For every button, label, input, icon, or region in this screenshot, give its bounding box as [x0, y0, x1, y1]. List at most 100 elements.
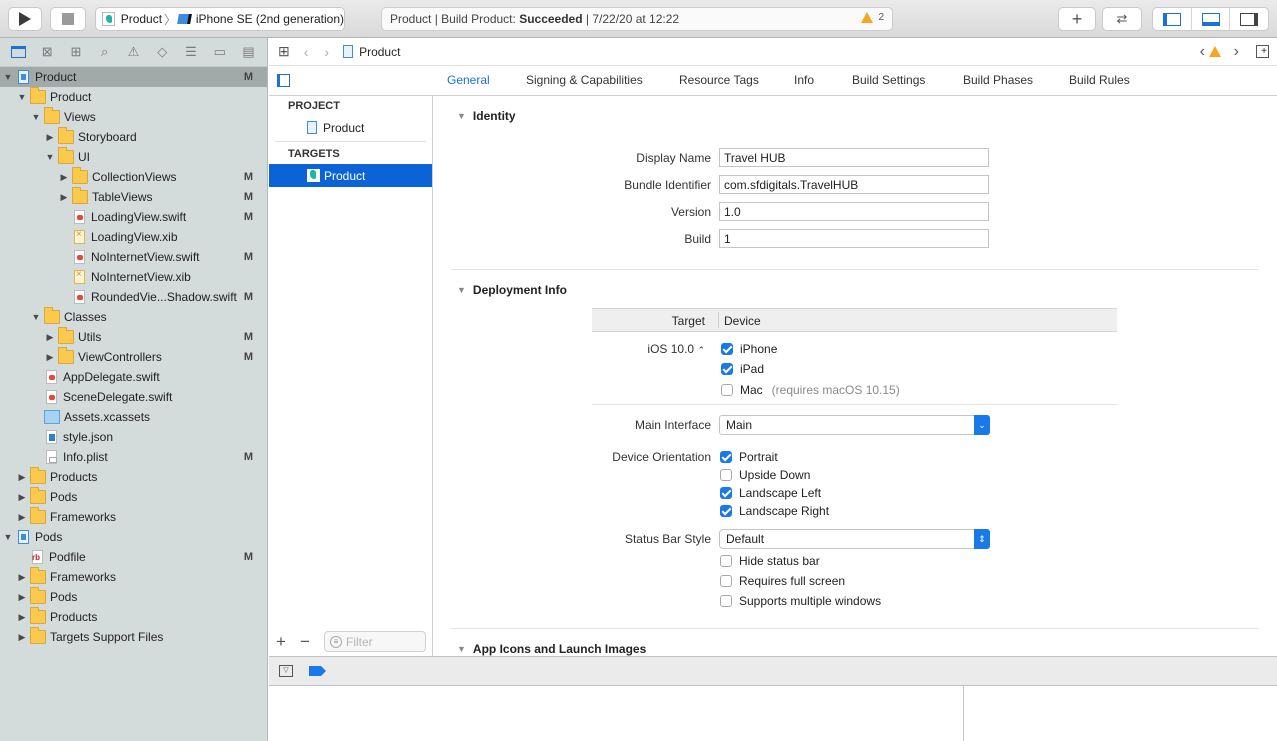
disclosure-open-icon[interactable]: ▼ — [2, 72, 14, 82]
orientation-checkbox-portrait[interactable]: Portrait — [720, 450, 778, 464]
next-issue-button[interactable]: › — [1234, 43, 1239, 61]
bundle-identifier-field[interactable]: com.sfdigitals.TravelHUB — [719, 175, 989, 194]
navigator-item[interactable]: ▶ CollectionViews M — [0, 167, 267, 187]
tab-build-settings[interactable]: Build Settings — [852, 73, 925, 87]
disclosure-open-icon[interactable]: ▼ — [30, 312, 42, 322]
tab-build-rules[interactable]: Build Rules — [1069, 73, 1130, 87]
previous-issue-button[interactable]: ‹ — [1200, 43, 1205, 61]
source-control-icon[interactable]: ⊠ — [39, 44, 55, 60]
disclosure-open-icon[interactable]: ▼ — [44, 152, 56, 162]
target-item[interactable]: Product — [269, 164, 432, 187]
warning-count-button[interactable]: 2 — [861, 12, 884, 23]
navigator-item[interactable]: AppDelegate.swift — [0, 367, 267, 387]
search-icon[interactable]: ⌕ — [97, 44, 113, 60]
disclosure-closed-icon[interactable]: ▶ — [58, 192, 70, 203]
add-editor-icon[interactable]: + — [1256, 45, 1269, 58]
hide-status-bar-checkbox[interactable]: Hide status bar — [720, 554, 820, 568]
orientation-checkbox-upside-down[interactable]: Upside Down — [720, 468, 810, 482]
navigator-item[interactable]: LoadingView.xib — [0, 227, 267, 247]
run-button[interactable] — [8, 7, 42, 31]
report-message-icon[interactable]: ▤ — [241, 44, 257, 60]
disclosure-closed-icon[interactable]: ▶ — [16, 592, 28, 603]
display-name-field[interactable]: Travel HUB — [719, 148, 989, 167]
navigator-item[interactable]: Podfile M — [0, 547, 267, 567]
symbol-hierarchy-icon[interactable]: ⊞ — [68, 44, 84, 60]
device-checkbox-mac[interactable]: Mac (requires macOS 10.15) — [721, 383, 900, 397]
warning-icon[interactable] — [1209, 46, 1221, 57]
orientation-checkbox-landscape-left[interactable]: Landscape Left — [720, 486, 821, 500]
toggle-inspector-button[interactable] — [1230, 8, 1268, 30]
project-item[interactable]: Product — [269, 116, 432, 139]
scheme-selector[interactable]: Product 〉 iPhone SE (2nd generation) — [95, 7, 345, 31]
navigator-item[interactable]: ▶ Utils M — [0, 327, 267, 347]
remove-target-button[interactable]: − — [300, 632, 310, 652]
disclosure-closed-icon[interactable]: ▶ — [16, 632, 28, 643]
ios-version-stepper[interactable]: iOS 10.0 ⌃ — [545, 342, 705, 356]
add-target-button[interactable]: + — [276, 632, 286, 652]
supports-multiple-windows-checkbox[interactable]: Supports multiple windows — [720, 594, 881, 608]
up-down-chevron-icon[interactable]: ⇕ — [974, 529, 990, 549]
navigator-item[interactable]: ▼ UI — [0, 147, 267, 167]
folder-icon[interactable] — [10, 44, 26, 60]
navigator-item[interactable]: Info.plist M — [0, 447, 267, 467]
forward-button[interactable]: › — [324, 44, 329, 60]
disclosure-closed-icon[interactable]: ▶ — [44, 332, 56, 343]
navigator-item[interactable]: LoadingView.swift M — [0, 207, 267, 227]
status-bar-style-popup[interactable]: Default ⇕ — [719, 529, 990, 549]
navigator-item[interactable]: Assets.xcassets — [0, 407, 267, 427]
disclosure-open-icon[interactable]: ▼ — [30, 112, 42, 122]
library-button[interactable]: + — [1058, 7, 1096, 31]
disclosure-open-icon[interactable]: ▼ — [2, 532, 14, 542]
disclosure-closed-icon[interactable]: ▶ — [44, 132, 56, 143]
navigator-item[interactable]: SceneDelegate.swift — [0, 387, 267, 407]
navigator-item[interactable]: ▶ Targets Support Files — [0, 627, 267, 647]
tab-general[interactable]: General — [447, 73, 490, 87]
requires-full-screen-checkbox[interactable]: Requires full screen — [720, 574, 845, 588]
toggle-targets-icon[interactable] — [277, 74, 290, 87]
stop-button[interactable] — [50, 7, 86, 31]
navigator-item[interactable]: ▼ Views — [0, 107, 267, 127]
main-interface-combobox[interactable]: Main ⌄ — [719, 415, 990, 435]
filter-input[interactable]: ≡ Filter — [324, 631, 426, 652]
navigator-item[interactable]: ▶ ViewControllers M — [0, 347, 267, 367]
disclosure-closed-icon[interactable]: ▶ — [16, 572, 28, 583]
navigator-item[interactable]: ▶ Frameworks — [0, 507, 267, 527]
navigator-item[interactable]: ▶ Storyboard — [0, 127, 267, 147]
disclosure-closed-icon[interactable]: ▶ — [44, 352, 56, 363]
navigator-item[interactable]: ▶ TableViews M — [0, 187, 267, 207]
issue-warning-icon[interactable]: ⚠ — [125, 44, 141, 60]
navigator-item[interactable]: NoInternetView.xib — [0, 267, 267, 287]
breakpoint-icon[interactable]: ▭ — [212, 44, 228, 60]
debug-list-icon[interactable]: ☰ — [183, 44, 199, 60]
app-icons-section-header[interactable]: ▼ App Icons and Launch Images — [457, 642, 646, 656]
disclosure-open-icon[interactable]: ▼ — [16, 92, 28, 102]
orientation-checkbox-landscape-right[interactable]: Landscape Right — [720, 504, 829, 518]
breakpoints-toggle-icon[interactable] — [309, 666, 321, 676]
tab-signing-capabilities[interactable]: Signing & Capabilities — [526, 73, 643, 87]
navigator-item[interactable]: ▼ Classes — [0, 307, 267, 327]
navigator-item[interactable]: style.json — [0, 427, 267, 447]
disclosure-closed-icon[interactable]: ▶ — [16, 512, 28, 523]
tab-info[interactable]: Info — [794, 73, 814, 87]
navigator-item[interactable]: ▼ Product M — [0, 67, 267, 87]
navigator-item[interactable]: NoInternetView.swift M — [0, 247, 267, 267]
navigator-item[interactable]: RoundedVie...Shadow.swift M — [0, 287, 267, 307]
device-checkbox-iphone[interactable]: iPhone — [721, 342, 777, 356]
device-checkbox-ipad[interactable]: iPad — [721, 362, 764, 376]
disclosure-closed-icon[interactable]: ▶ — [16, 612, 28, 623]
disclosure-closed-icon[interactable]: ▶ — [58, 172, 70, 183]
back-button[interactable]: ‹ — [304, 44, 309, 60]
version-field[interactable]: 1.0 — [719, 202, 989, 221]
navigator-item[interactable]: ▼ Pods — [0, 527, 267, 547]
navigator-item[interactable]: ▶ Frameworks — [0, 567, 267, 587]
chevron-down-icon[interactable]: ⌄ — [974, 415, 990, 435]
disclosure-closed-icon[interactable]: ▶ — [16, 492, 28, 503]
disclosure-closed-icon[interactable]: ▶ — [16, 472, 28, 483]
build-field[interactable]: 1 — [719, 229, 989, 248]
toggle-navigator-button[interactable] — [1153, 8, 1192, 30]
hide-debug-area-icon[interactable]: ▽ — [279, 665, 293, 677]
related-items-icon[interactable]: ⊞ — [278, 43, 290, 60]
tab-build-phases[interactable]: Build Phases — [963, 73, 1033, 87]
navigator-item[interactable]: ▼ Product — [0, 87, 267, 107]
toggle-debug-area-button[interactable] — [1192, 8, 1231, 30]
